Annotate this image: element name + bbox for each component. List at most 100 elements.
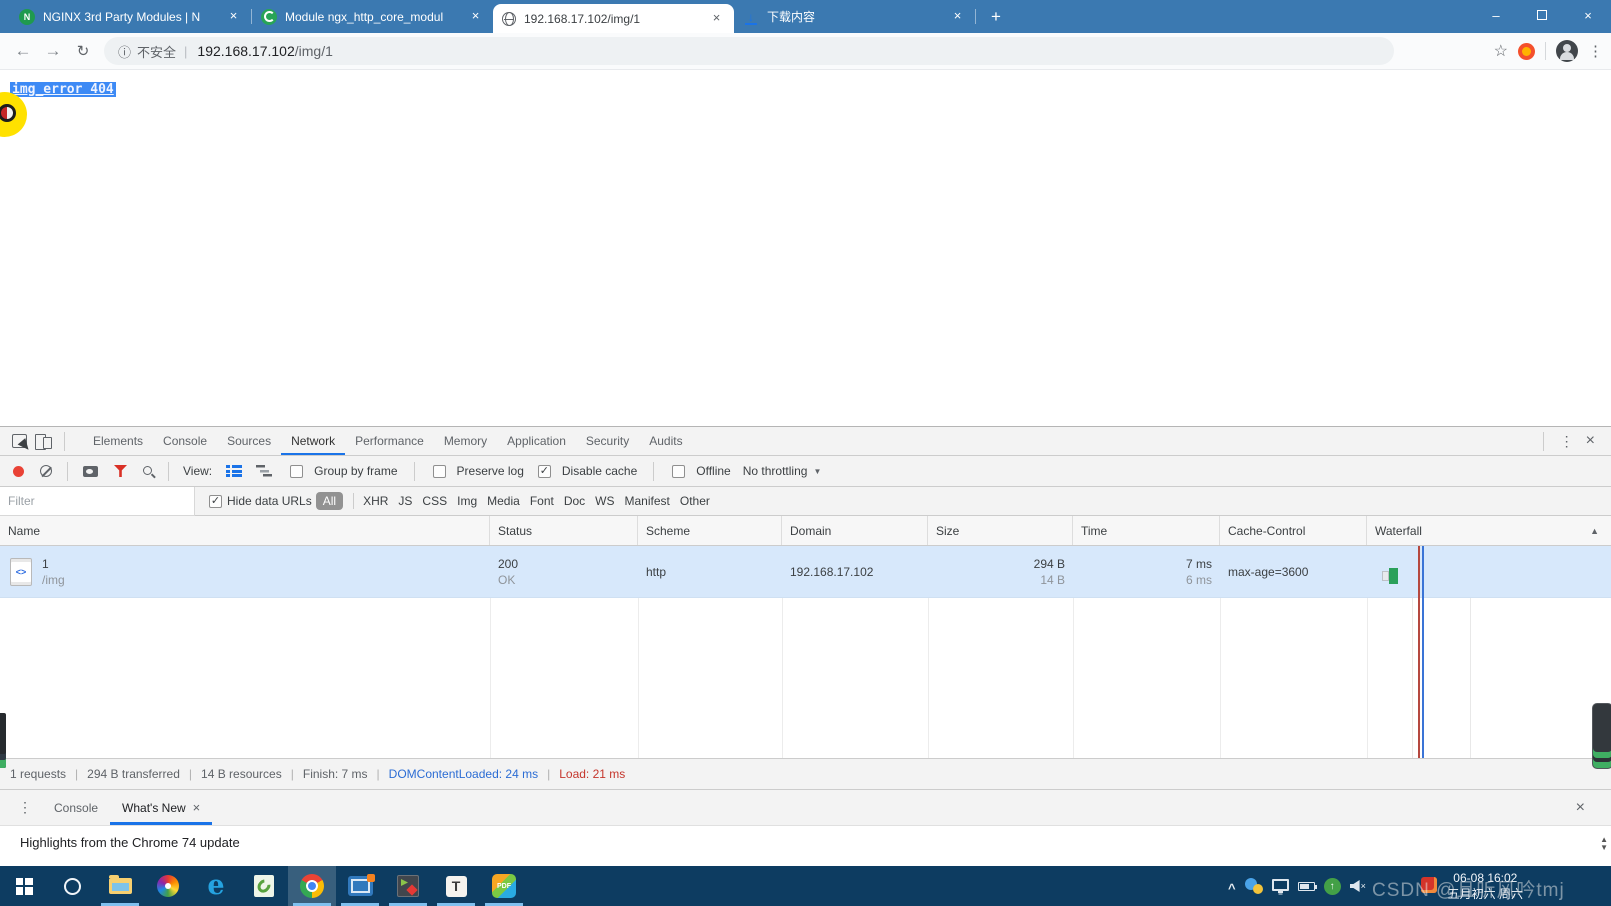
drawer-tab-console[interactable]: Console bbox=[42, 790, 110, 825]
vmware-button[interactable] bbox=[336, 866, 384, 906]
column-header-cache-control[interactable]: Cache-Control bbox=[1220, 516, 1367, 545]
bookmark-star-icon[interactable]: ☆ bbox=[1494, 41, 1508, 61]
browser-menu-icon[interactable]: ⋮ bbox=[1588, 42, 1603, 60]
column-header-domain[interactable]: Domain bbox=[782, 516, 928, 545]
devtools-close-icon[interactable]: × bbox=[1586, 432, 1595, 450]
address-bar[interactable]: ⓘ 不安全 | 192.168.17.102 /img/1 bbox=[104, 37, 1394, 65]
device-toolbar-icon[interactable] bbox=[35, 434, 52, 449]
browser-tab-ngx-http-core[interactable]: Module ngx_http_core_modul × bbox=[252, 0, 493, 33]
filter-type-js[interactable]: JS bbox=[393, 494, 417, 508]
filter-type-img[interactable]: Img bbox=[452, 494, 482, 508]
devtools-tab-performance[interactable]: Performance bbox=[345, 427, 434, 455]
devtools-tab-console[interactable]: Console bbox=[153, 427, 217, 455]
filter-type-media[interactable]: Media bbox=[482, 494, 525, 508]
record-network-log-button[interactable] bbox=[13, 466, 24, 477]
filter-input[interactable] bbox=[0, 487, 195, 516]
network-icon[interactable] bbox=[1272, 879, 1289, 891]
devtools-tab-sources[interactable]: Sources bbox=[217, 427, 281, 455]
filter-type-other[interactable]: Other bbox=[675, 494, 715, 508]
whats-new-title: Highlights from the Chrome 74 update bbox=[20, 835, 240, 850]
group-by-frame-label[interactable]: Group by frame bbox=[314, 464, 397, 478]
devtools-menu-icon[interactable]: ⋮ bbox=[1560, 433, 1574, 450]
typora-button[interactable]: T bbox=[432, 866, 480, 906]
preserve-log-checkbox[interactable] bbox=[433, 465, 446, 478]
devtools-tab-elements[interactable]: Elements bbox=[83, 427, 153, 455]
request-row-img[interactable]: <> 1 /img 200 OK http 192.168.17.102 294… bbox=[0, 546, 1611, 598]
tab-close-icon[interactable]: × bbox=[949, 8, 966, 25]
search-icon[interactable] bbox=[143, 466, 152, 475]
filter-type-xhr[interactable]: XHR bbox=[358, 494, 393, 508]
filter-icon[interactable] bbox=[114, 465, 127, 477]
disable-cache-checkbox[interactable]: ✓ bbox=[538, 465, 551, 478]
overlay-widget-right bbox=[1592, 703, 1611, 769]
filter-type-doc[interactable]: Doc bbox=[559, 494, 590, 508]
battery-icon[interactable] bbox=[1298, 882, 1315, 891]
column-header-scheme[interactable]: Scheme bbox=[638, 516, 782, 545]
extension-icon[interactable] bbox=[1518, 43, 1535, 60]
show-overview-icon[interactable] bbox=[256, 465, 272, 477]
window-close-button[interactable]: × bbox=[1565, 0, 1611, 30]
back-button[interactable]: ← bbox=[8, 36, 38, 66]
filter-type-font[interactable]: Font bbox=[525, 494, 559, 508]
browser-tab-active-img[interactable]: 192.168.17.102/img/1 × bbox=[493, 4, 734, 33]
hide-data-urls-checkbox[interactable]: ✓ bbox=[209, 495, 222, 508]
tab-close-icon[interactable]: × bbox=[467, 8, 484, 25]
inspect-element-icon[interactable] bbox=[12, 434, 27, 448]
notepadpp-button[interactable] bbox=[240, 866, 288, 906]
scroll-down-icon[interactable]: ▼ bbox=[1600, 844, 1608, 852]
column-header-time[interactable]: Time bbox=[1073, 516, 1220, 545]
column-header-status[interactable]: Status bbox=[490, 516, 638, 545]
hide-data-urls-label[interactable]: Hide data URLs bbox=[227, 494, 312, 508]
drawer-close-icon[interactable]: × bbox=[1576, 799, 1603, 817]
drawer-tab-whats-new[interactable]: What's New × bbox=[110, 790, 212, 825]
devtools-tab-application[interactable]: Application bbox=[497, 427, 576, 455]
devtools-tab-audits[interactable]: Audits bbox=[639, 427, 692, 455]
filter-type-manifest[interactable]: Manifest bbox=[620, 494, 675, 508]
filter-type-css[interactable]: CSS bbox=[417, 494, 452, 508]
edge-button[interactable]: e bbox=[192, 866, 240, 906]
chrome-button[interactable] bbox=[288, 866, 336, 906]
devtools-tab-security[interactable]: Security bbox=[576, 427, 639, 455]
disable-cache-label[interactable]: Disable cache bbox=[562, 464, 637, 478]
drawer-tab-close-icon[interactable]: × bbox=[193, 800, 201, 815]
window-maximize-button[interactable] bbox=[1519, 0, 1565, 30]
preserve-log-label[interactable]: Preserve log bbox=[457, 464, 524, 478]
file-explorer-button[interactable] bbox=[96, 866, 144, 906]
devtools-tab-memory[interactable]: Memory bbox=[434, 427, 497, 455]
group-by-frame-checkbox[interactable] bbox=[290, 465, 303, 478]
new-tab-button[interactable]: + bbox=[982, 3, 1010, 31]
terminal-button[interactable] bbox=[384, 866, 432, 906]
column-header-size[interactable]: Size bbox=[928, 516, 1073, 545]
tab-close-icon[interactable]: × bbox=[708, 10, 725, 27]
sort-ascending-icon[interactable]: ▲ bbox=[1590, 526, 1603, 536]
column-header-waterfall[interactable]: Waterfall ▲ bbox=[1367, 516, 1611, 545]
drawer-menu-icon[interactable]: ⋮ bbox=[8, 799, 42, 816]
cortana-button[interactable] bbox=[48, 866, 96, 906]
column-header-name[interactable]: Name bbox=[0, 516, 490, 545]
clear-network-log-icon[interactable] bbox=[40, 465, 52, 477]
pdf-reader-button[interactable]: PDF bbox=[480, 866, 528, 906]
scrollbar-buttons[interactable]: ▲ ▼ bbox=[1600, 836, 1608, 852]
throttling-dropdown[interactable]: No throttling ▼ bbox=[743, 464, 822, 478]
start-button[interactable] bbox=[0, 866, 48, 906]
profile-avatar[interactable] bbox=[1556, 40, 1578, 62]
ime-icon[interactable] bbox=[1245, 878, 1263, 894]
offline-checkbox[interactable] bbox=[672, 465, 685, 478]
reload-button[interactable]: ↻ bbox=[68, 36, 98, 66]
use-request-rows-icon[interactable] bbox=[226, 465, 242, 477]
tab-close-icon[interactable]: × bbox=[225, 8, 242, 25]
browser-tab-downloads[interactable]: ↓ 下载内容 × bbox=[734, 0, 975, 33]
volume-muted-icon[interactable]: × bbox=[1350, 880, 1366, 892]
tray-expand-icon[interactable]: ^ bbox=[1228, 877, 1236, 896]
forward-button[interactable]: → bbox=[38, 36, 68, 66]
filter-type-ws[interactable]: WS bbox=[590, 494, 619, 508]
filter-type-all[interactable]: All bbox=[316, 492, 343, 510]
browser-tab-nginx-modules[interactable]: N NGINX 3rd Party Modules | N × bbox=[10, 0, 251, 33]
security-update-icon[interactable]: ↑ bbox=[1324, 878, 1341, 895]
media-app-button[interactable] bbox=[144, 866, 192, 906]
page-info-icon[interactable]: ⓘ bbox=[118, 42, 131, 61]
devtools-tab-network[interactable]: Network bbox=[281, 427, 345, 455]
capture-screenshots-icon[interactable] bbox=[83, 466, 98, 477]
window-minimize-button[interactable]: – bbox=[1473, 0, 1519, 30]
offline-label[interactable]: Offline bbox=[696, 464, 730, 478]
